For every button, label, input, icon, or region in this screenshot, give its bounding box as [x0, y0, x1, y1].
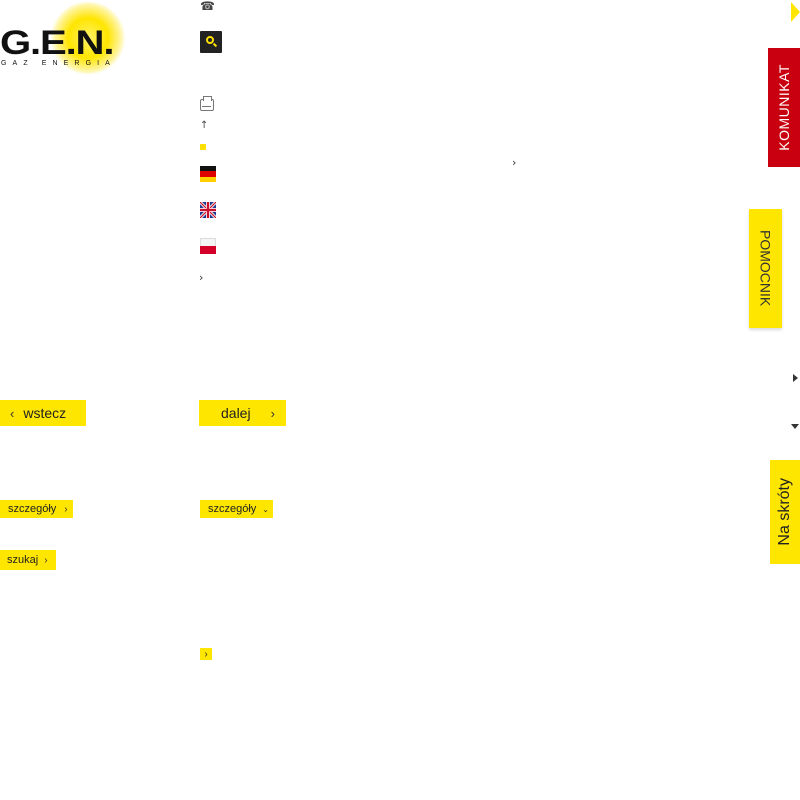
details-button-label: szczegóły [8, 503, 57, 515]
triangle-down-icon[interactable] [791, 424, 799, 429]
back-button[interactable]: ‹ wstecz [0, 400, 86, 426]
search-button[interactable] [200, 31, 222, 53]
chevron-right-icon[interactable]: › [199, 272, 203, 283]
flag-pl-icon[interactable] [200, 238, 216, 254]
details-button[interactable]: szczegóły › [0, 500, 73, 518]
chevron-right-icon: › [270, 405, 275, 421]
back-button-label: wstecz [23, 405, 67, 421]
triangle-right-icon[interactable] [791, 2, 800, 22]
yellow-bullet [200, 144, 206, 150]
tab-komunikat-label: KOMUNIKAT [776, 64, 792, 151]
flag-de-icon[interactable] [200, 166, 216, 182]
gen-logo[interactable]: G.E.N. GAZ ENERGIA [0, 0, 145, 74]
more-button[interactable]: › [200, 648, 212, 660]
tab-na-skroty[interactable]: Na skróty [770, 460, 800, 564]
next-button-label: dalej [221, 405, 251, 421]
phone-icon[interactable]: ☎ [200, 0, 215, 12]
chevron-right-icon: › [204, 648, 208, 660]
tab-pomocnik[interactable]: POMOCNIK [749, 209, 782, 328]
flag-gb-icon[interactable] [200, 202, 216, 218]
chevron-down-icon: ⌄ [262, 504, 269, 514]
search-submit-button[interactable]: szukaj › [0, 550, 56, 570]
next-button[interactable]: dalej › [199, 400, 286, 426]
arrow-up-icon[interactable]: ↑ [200, 121, 208, 131]
logo-tagline: GAZ ENERGIA [1, 60, 116, 67]
chevron-right-icon: › [44, 554, 48, 566]
tab-pomocnik-label: POMOCNIK [757, 230, 774, 307]
logo-wordmark: G.E.N. [0, 24, 114, 62]
chevron-right-icon[interactable]: › [512, 157, 516, 168]
tab-komunikat[interactable]: KOMUNIKAT [768, 48, 800, 167]
search-button-label: szukaj [7, 554, 39, 566]
chevron-left-icon: ‹ [10, 405, 15, 421]
triangle-right-icon[interactable] [793, 374, 798, 382]
details-expand-button[interactable]: szczegóły ⌄ [200, 500, 273, 518]
print-icon[interactable] [200, 96, 214, 111]
details-button-label: szczegóły [208, 503, 257, 515]
chevron-right-icon: › [64, 503, 68, 515]
tab-na-skroty-label: Na skróty [776, 478, 793, 546]
